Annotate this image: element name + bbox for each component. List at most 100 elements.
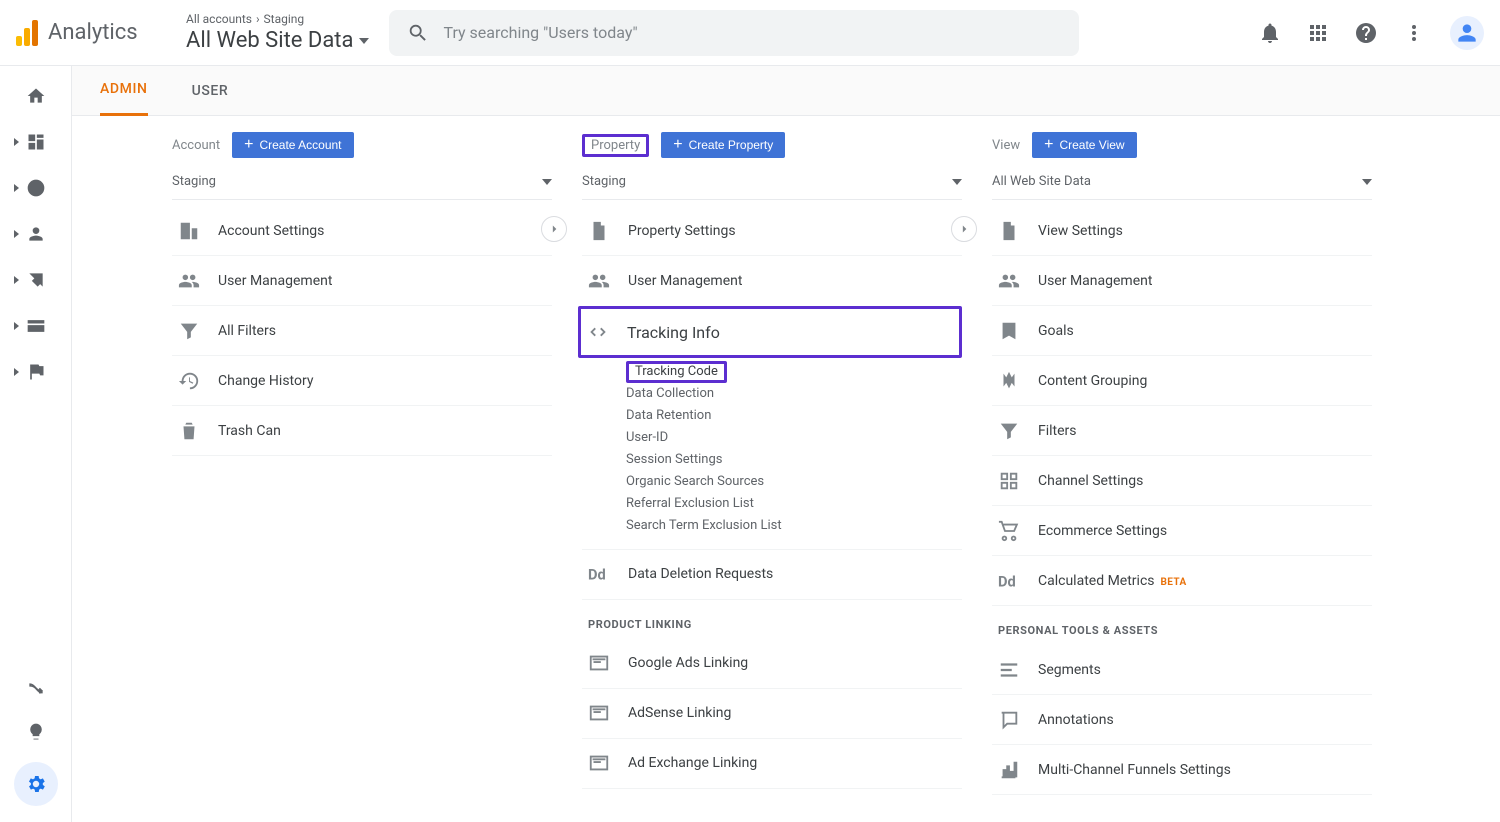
- document-icon: [998, 220, 1020, 242]
- behavior-icon: [26, 316, 46, 336]
- tab-user[interactable]: USER: [192, 66, 229, 116]
- property-settings-item[interactable]: Property Settings: [582, 206, 962, 256]
- filters-item[interactable]: Filters: [992, 406, 1372, 456]
- apps-icon[interactable]: [1306, 21, 1330, 45]
- channel-settings-item[interactable]: Channel Settings: [992, 456, 1372, 506]
- annotation-icon: [998, 709, 1020, 731]
- data-retention-subitem[interactable]: Data Retention: [626, 405, 962, 427]
- search-bar[interactable]: Try searching "Users today": [389, 10, 1079, 56]
- code-icon: [587, 321, 609, 343]
- person-icon: [26, 224, 46, 244]
- logo-area[interactable]: Analytics: [16, 20, 186, 46]
- google-ads-linking-item[interactable]: Google Ads Linking: [582, 639, 962, 689]
- view-selector[interactable]: All Web Site Data: [992, 168, 1372, 200]
- beta-badge: BETA: [1161, 577, 1187, 588]
- property-selector[interactable]: Staging: [582, 168, 962, 200]
- caret-down-icon: [1362, 179, 1372, 185]
- clock-icon: [26, 178, 46, 198]
- adsense-linking-item[interactable]: AdSense Linking: [582, 689, 962, 739]
- flag-icon: [998, 320, 1020, 342]
- search-icon: [407, 22, 429, 44]
- nav-home[interactable]: [16, 84, 56, 108]
- trash-can-item[interactable]: Trash Can: [172, 406, 552, 456]
- session-settings-subitem[interactable]: Session Settings: [626, 449, 962, 471]
- analytics-logo-icon: [16, 20, 38, 46]
- data-deletion-item[interactable]: Data Deletion Requests: [582, 550, 962, 600]
- content-grouping-item[interactable]: Content Grouping: [992, 356, 1372, 406]
- tab-admin[interactable]: ADMIN: [100, 66, 148, 116]
- referral-exclusion-subitem[interactable]: Referral Exclusion List: [626, 493, 962, 515]
- breadcrumb-current-view: All Web Site Data: [186, 28, 369, 53]
- personal-tools-header: PERSONAL TOOLS & ASSETS: [992, 606, 1372, 645]
- home-icon: [26, 86, 46, 106]
- filter-icon: [998, 420, 1020, 442]
- multi-channel-funnels-item[interactable]: Multi-Channel Funnels Settings: [992, 745, 1372, 795]
- nav-attribution[interactable]: [16, 678, 56, 702]
- nav-audience[interactable]: [16, 222, 56, 246]
- account-view-picker[interactable]: All accounts›Staging All Web Site Data: [186, 12, 369, 53]
- calculated-metrics-item[interactable]: Calculated MetricsBETA: [992, 556, 1372, 606]
- linking-icon: [588, 652, 610, 674]
- nav-customization[interactable]: [16, 130, 56, 154]
- view-column-label: View: [992, 138, 1020, 153]
- goals-item[interactable]: Goals: [992, 306, 1372, 356]
- people-icon: [178, 270, 200, 292]
- caret-down-icon: [952, 179, 962, 185]
- dd-icon: [998, 570, 1020, 592]
- account-column-collapse[interactable]: [541, 216, 567, 242]
- account-selector[interactable]: Staging: [172, 168, 552, 200]
- create-account-button[interactable]: +Create Account: [232, 132, 353, 158]
- view-settings-item[interactable]: View Settings: [992, 206, 1372, 256]
- organic-search-subitem[interactable]: Organic Search Sources: [626, 471, 962, 493]
- logo-text: Analytics: [48, 20, 138, 45]
- tracking-info-item[interactable]: Tracking Info: [581, 309, 959, 355]
- view-user-mgmt-item[interactable]: User Management: [992, 256, 1372, 306]
- channel-icon: [998, 470, 1020, 492]
- notifications-icon[interactable]: [1258, 21, 1282, 45]
- change-history-item[interactable]: Change History: [172, 356, 552, 406]
- segments-icon: [998, 659, 1020, 681]
- property-column-collapse[interactable]: [951, 216, 977, 242]
- arrow-right-icon: [547, 222, 561, 236]
- acquisition-icon: [26, 270, 46, 290]
- left-nav-rail: [0, 66, 72, 822]
- history-icon: [178, 370, 200, 392]
- nav-acquisition[interactable]: [16, 268, 56, 292]
- ecommerce-settings-item[interactable]: Ecommerce Settings: [992, 506, 1372, 556]
- nav-behavior[interactable]: [16, 314, 56, 338]
- nav-admin[interactable]: [14, 762, 58, 806]
- account-user-mgmt-item[interactable]: User Management: [172, 256, 552, 306]
- search-term-exclusion-subitem[interactable]: Search Term Exclusion List: [626, 515, 962, 537]
- all-filters-item[interactable]: All Filters: [172, 306, 552, 356]
- user-id-subitem[interactable]: User-ID: [626, 427, 962, 449]
- account-column-label: Account: [172, 138, 220, 153]
- more-vert-icon[interactable]: [1402, 21, 1426, 45]
- tracking-code-subitem[interactable]: Tracking Code: [626, 361, 727, 383]
- linking-icon: [588, 702, 610, 724]
- segments-item[interactable]: Segments: [992, 645, 1372, 695]
- caret-down-icon: [359, 38, 369, 44]
- create-view-button[interactable]: +Create View: [1032, 132, 1137, 158]
- help-icon[interactable]: [1354, 21, 1378, 45]
- property-column-label: Property: [582, 134, 649, 157]
- ad-exchange-linking-item[interactable]: Ad Exchange Linking: [582, 739, 962, 789]
- create-property-button[interactable]: +Create Property: [661, 132, 785, 158]
- account-settings-item[interactable]: Account Settings: [172, 206, 552, 256]
- nav-realtime[interactable]: [16, 176, 56, 200]
- building-icon: [178, 220, 200, 242]
- user-avatar[interactable]: [1450, 16, 1484, 50]
- nav-conversions[interactable]: [16, 360, 56, 384]
- data-collection-subitem[interactable]: Data Collection: [626, 383, 962, 405]
- header-actions: [1258, 16, 1484, 50]
- dd-icon: [588, 563, 610, 585]
- property-user-mgmt-item[interactable]: User Management: [582, 256, 962, 306]
- trash-icon: [178, 420, 200, 442]
- path-icon: [26, 680, 46, 700]
- people-icon: [588, 270, 610, 292]
- breadcrumb-path: All accounts›Staging: [186, 12, 369, 26]
- admin-tabs: ADMIN USER: [72, 66, 1500, 116]
- flag-icon: [26, 362, 46, 382]
- linking-icon: [588, 752, 610, 774]
- nav-discover[interactable]: [16, 720, 56, 744]
- annotations-item[interactable]: Annotations: [992, 695, 1372, 745]
